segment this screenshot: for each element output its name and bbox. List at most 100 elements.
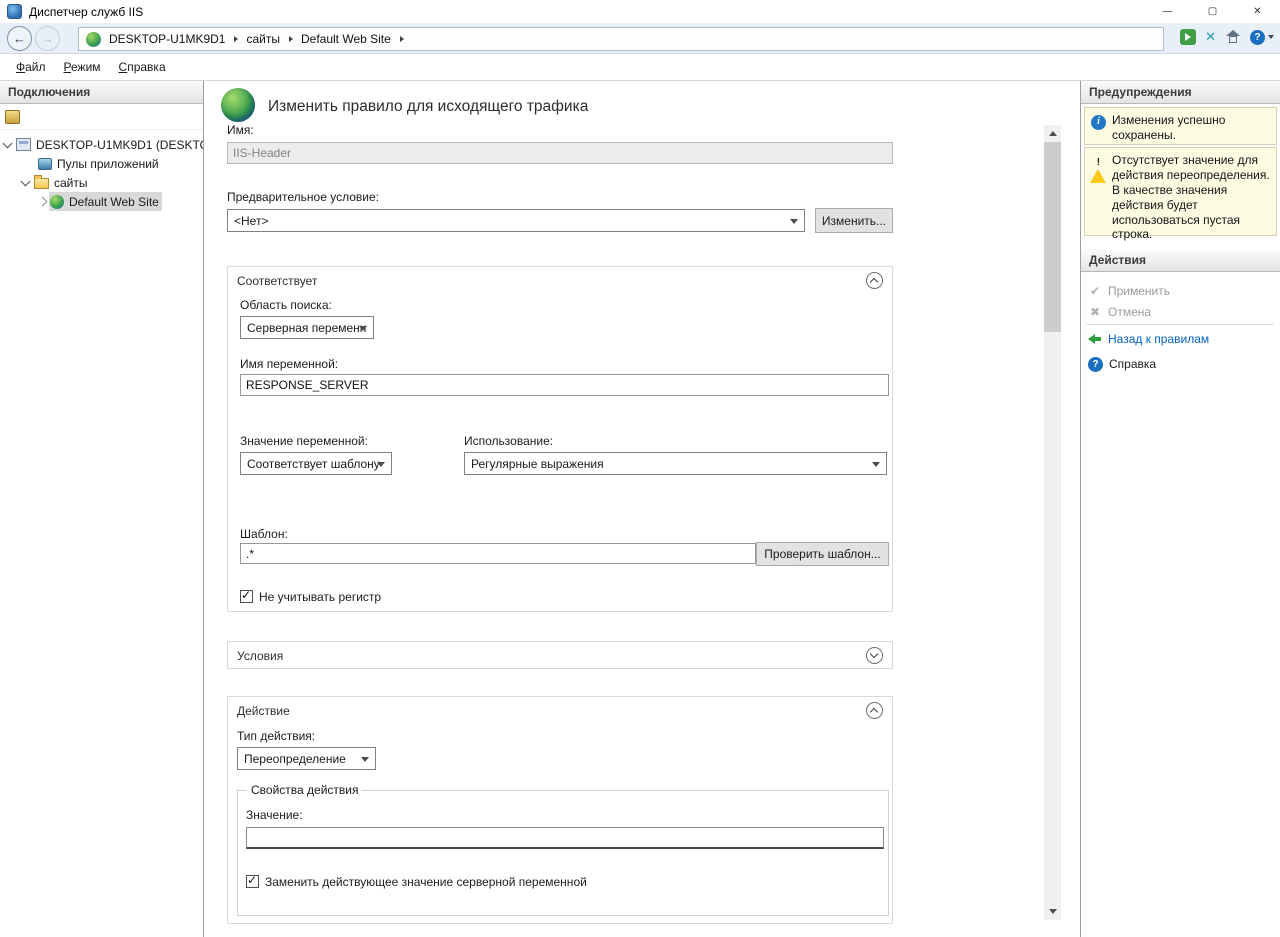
chevron-collapsed-icon[interactable] bbox=[38, 197, 48, 207]
stop-icon[interactable]: ✕ bbox=[1205, 29, 1216, 45]
info-alert: i Изменения успешно сохранены. bbox=[1084, 107, 1277, 145]
app-pools-icon bbox=[38, 158, 52, 170]
help-menu-button[interactable]: ? bbox=[1250, 30, 1274, 45]
minimize-icon[interactable]: — bbox=[1145, 0, 1190, 23]
info-alert-text: Изменения успешно сохранены. bbox=[1112, 113, 1225, 142]
breadcrumb: DESKTOP-U1MK9D1 сайты Default Web Site bbox=[78, 27, 1164, 51]
chevron-down-icon bbox=[361, 757, 369, 762]
action-type-label: Тип действия: bbox=[237, 729, 315, 743]
server-icon bbox=[16, 138, 31, 151]
address-bar: ← → DESKTOP-U1MK9D1 сайты Default Web Si… bbox=[0, 23, 1280, 54]
ignore-case-checkbox[interactable] bbox=[240, 590, 253, 603]
info-icon: i bbox=[1091, 115, 1106, 130]
tree-item-label: DESKTOP-U1MK9D1 (DESKTOP bbox=[36, 138, 203, 152]
test-pattern-button[interactable]: Проверить шаблон... bbox=[756, 542, 889, 566]
conditions-section-title: Условия bbox=[237, 649, 283, 663]
chevron-down-icon bbox=[790, 219, 798, 224]
create-connection-icon[interactable] bbox=[5, 110, 20, 124]
apply-action-label: Применить bbox=[1108, 284, 1170, 298]
tree-item-default-web-site[interactable]: Default Web Site bbox=[0, 192, 203, 211]
menu-bar: Файл Режим Справка bbox=[0, 54, 1280, 81]
addressbar-toolbar: ✕ ? bbox=[1180, 29, 1274, 45]
warning-alert-text: Отсутствует значение для действия переоп… bbox=[1112, 153, 1270, 241]
conditions-section-header[interactable]: Условия bbox=[228, 642, 892, 669]
action-value-label: Значение: bbox=[246, 808, 303, 822]
tree-item-label: Пулы приложений bbox=[57, 157, 159, 171]
title-bar: Диспетчер служб IIS — ▢ ✕ bbox=[0, 0, 1280, 23]
cancel-action[interactable]: ✖ Отмена bbox=[1081, 302, 1280, 322]
collapse-section-icon[interactable] bbox=[866, 702, 883, 719]
home-icon[interactable] bbox=[1225, 30, 1241, 44]
name-input bbox=[227, 142, 893, 164]
chevron-expanded-icon[interactable] bbox=[3, 138, 13, 148]
variable-value-label: Значение переменной: bbox=[240, 434, 368, 448]
go-icon[interactable] bbox=[1180, 29, 1196, 45]
action-properties-group: Свойства действия Значение: Заменить дей… bbox=[237, 790, 889, 916]
help-action[interactable]: ? Справка bbox=[1081, 354, 1280, 374]
back-icon[interactable]: ← bbox=[7, 26, 32, 51]
chevron-down-icon bbox=[377, 462, 385, 467]
action-properties-legend: Свойства действия bbox=[247, 783, 362, 797]
tree-item-sites[interactable]: сайты bbox=[0, 173, 203, 192]
tree-item-label: сайты bbox=[54, 176, 88, 190]
breadcrumb-item-sites[interactable]: сайты bbox=[246, 32, 280, 46]
ignore-case-label: Не учитывать регистр bbox=[259, 590, 381, 604]
usage-label: Использование: bbox=[464, 434, 553, 448]
chevron-down-icon bbox=[1268, 35, 1274, 39]
forward-icon[interactable]: → bbox=[35, 26, 60, 51]
variable-value-value: Соответствует шаблону bbox=[247, 457, 380, 471]
action-value-input[interactable] bbox=[246, 827, 884, 849]
warning-alert: Отсутствует значение для действия переоп… bbox=[1084, 147, 1277, 236]
divider bbox=[1086, 324, 1274, 325]
replace-value-label: Заменить действующее значение серверной … bbox=[265, 875, 587, 889]
back-to-rules-action[interactable]: Назад к правилам bbox=[1081, 329, 1280, 349]
site-globe-icon bbox=[86, 32, 101, 47]
tree-item-server[interactable]: DESKTOP-U1MK9D1 (DESKTOP bbox=[0, 135, 203, 154]
scroll-down-icon[interactable] bbox=[1044, 903, 1061, 920]
app-icon bbox=[7, 4, 22, 19]
action-type-value: Переопределение bbox=[244, 752, 346, 766]
connections-panel: Подключения DESKTOP-U1MK9D1 (DESKTOP Пул… bbox=[0, 81, 204, 937]
breadcrumb-item-default-web-site[interactable]: Default Web Site bbox=[301, 32, 391, 46]
collapse-section-icon[interactable] bbox=[866, 272, 883, 289]
match-section-title: Соответствует bbox=[237, 274, 317, 288]
edit-precondition-button[interactable]: Изменить... bbox=[815, 208, 893, 233]
page-title: Изменить правило для исходящего трафика bbox=[268, 98, 588, 116]
scope-select[interactable]: Серверная переменн bbox=[240, 316, 374, 339]
usage-select[interactable]: Регулярные выражения bbox=[464, 452, 887, 475]
action-section-title: Действие bbox=[237, 704, 290, 718]
alerts-panel-header: Предупреждения bbox=[1081, 81, 1280, 104]
breadcrumb-item-server[interactable]: DESKTOP-U1MK9D1 bbox=[109, 32, 225, 46]
replace-value-checkbox[interactable] bbox=[246, 875, 259, 888]
scrollbar-thumb[interactable] bbox=[1044, 142, 1061, 332]
help-icon: ? bbox=[1088, 357, 1103, 372]
menu-view[interactable]: Режим bbox=[55, 56, 110, 78]
selected-tree-item: Default Web Site bbox=[49, 192, 162, 211]
close-icon[interactable]: ✕ bbox=[1235, 0, 1280, 23]
actions-panel-header: Действия bbox=[1081, 249, 1280, 272]
precondition-select[interactable]: <Нет> bbox=[227, 209, 805, 232]
chevron-expanded-icon[interactable] bbox=[21, 176, 31, 186]
action-type-select[interactable]: Переопределение bbox=[237, 747, 376, 770]
connections-panel-header: Подключения bbox=[0, 81, 203, 104]
main-content: Изменить правило для исходящего трафика … bbox=[204, 81, 1080, 937]
window-title: Диспетчер служб IIS bbox=[29, 5, 143, 19]
tree-item-app-pools[interactable]: Пулы приложений bbox=[0, 154, 203, 173]
variable-value-select[interactable]: Соответствует шаблону bbox=[240, 452, 392, 475]
apply-action[interactable]: ✔ Применить bbox=[1081, 281, 1280, 301]
action-section: Действие Тип действия: Переопределение С… bbox=[227, 696, 893, 924]
sites-folder-icon bbox=[34, 178, 49, 189]
pattern-label: Шаблон: bbox=[240, 527, 288, 541]
cancel-action-label: Отмена bbox=[1108, 305, 1151, 319]
vertical-scrollbar[interactable] bbox=[1044, 125, 1061, 920]
pattern-input[interactable] bbox=[240, 543, 756, 564]
action-section-header[interactable]: Действие bbox=[228, 697, 892, 724]
variable-name-input[interactable] bbox=[240, 374, 889, 396]
match-section-header[interactable]: Соответствует bbox=[228, 267, 892, 294]
variable-name-label: Имя переменной: bbox=[240, 357, 338, 371]
menu-help[interactable]: Справка bbox=[110, 56, 175, 78]
scroll-up-icon[interactable] bbox=[1044, 125, 1061, 142]
maximize-icon[interactable]: ▢ bbox=[1190, 0, 1235, 23]
menu-file[interactable]: Файл bbox=[7, 56, 55, 78]
expand-section-icon[interactable] bbox=[866, 647, 883, 664]
